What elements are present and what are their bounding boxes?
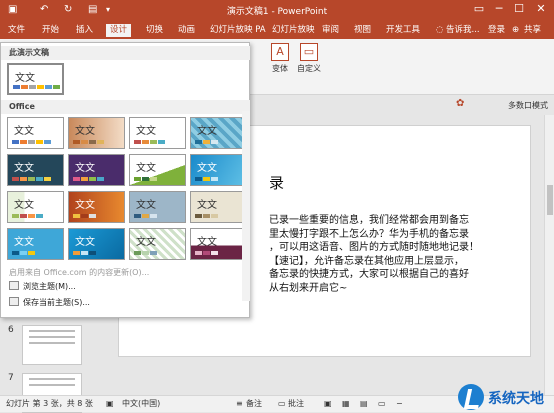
tell-me-input[interactable]: 告诉我... bbox=[446, 24, 480, 37]
tab-design[interactable]: 设计 bbox=[106, 24, 132, 39]
theme-slice[interactable]: 文文 bbox=[190, 154, 247, 186]
notes-icon: ≡ bbox=[236, 399, 243, 408]
theme-wisp[interactable]: 文文 bbox=[7, 191, 64, 223]
ribbon-display-icon[interactable]: ▭ bbox=[470, 2, 488, 15]
title-bar: ▣ ↶ ↻ ▤ ▾ 演示文稿1 - PowerPoint ▭ ─ ☐ ✕ bbox=[0, 0, 554, 22]
theme-circuit[interactable]: 文文 bbox=[129, 191, 186, 223]
slide-sorter-icon[interactable]: ▦ bbox=[342, 396, 350, 412]
tab-transitions[interactable]: 切换 bbox=[142, 24, 167, 39]
spellcheck-icon[interactable]: ▣ bbox=[106, 396, 114, 412]
comments-icon: ▭ bbox=[278, 399, 286, 408]
share-icon[interactable]: ⊕ bbox=[512, 24, 519, 37]
variants-icon: A bbox=[271, 43, 289, 61]
folder-icon bbox=[9, 281, 19, 290]
customize-label: 自定义 bbox=[297, 64, 321, 73]
enable-updates-label: 启用来自 Office.com 的内容更新(O)... bbox=[9, 268, 150, 277]
tab-slideshow[interactable]: 幻灯片放映 bbox=[268, 24, 319, 39]
sub-toolbar: ✿ 多数口模式 bbox=[250, 95, 554, 115]
maximize-icon[interactable]: ☐ bbox=[510, 2, 528, 15]
tab-review[interactable]: 审阅 bbox=[318, 24, 343, 39]
body-line: 【速记】，允许备忘录在其他应用上层显示， bbox=[269, 255, 464, 267]
theme-vapor-trail[interactable]: 文文 bbox=[68, 228, 125, 260]
theme-current[interactable]: 文文 bbox=[7, 63, 64, 95]
body-line: ，可以用这语音、图片的方式随时随地地记录！ bbox=[269, 242, 479, 253]
tab-animations[interactable]: 动画 bbox=[174, 24, 199, 39]
tab-home[interactable]: 开始 bbox=[38, 24, 63, 39]
vertical-scrollbar[interactable] bbox=[544, 115, 554, 395]
thumbnail-number: 6 bbox=[8, 325, 14, 335]
theme-integral[interactable]: 文文 bbox=[129, 117, 186, 149]
theme-facet[interactable]: 文文 bbox=[68, 117, 125, 149]
body-line: 已录一些重要的信息，我们经常都会用到备忘 bbox=[269, 215, 469, 226]
menu-enable-office-content: 启用来自 Office.com 的内容更新(O)... bbox=[9, 267, 149, 278]
variants-button[interactable]: A 变体 bbox=[266, 43, 294, 74]
browse-themes-label: 浏览主题(M)... bbox=[23, 282, 76, 291]
theme-frame[interactable]: 文文 bbox=[190, 191, 247, 223]
tab-view[interactable]: 视图 bbox=[350, 24, 375, 39]
reading-view-icon[interactable]: ▤ bbox=[360, 396, 368, 412]
menu-save-current-theme[interactable]: 保存当前主题(S)... bbox=[9, 297, 90, 308]
gallery-scrollbar[interactable] bbox=[242, 111, 250, 301]
tab-file[interactable]: 文件 bbox=[4, 24, 29, 39]
customize-button[interactable]: ▭ 自定义 bbox=[296, 43, 322, 74]
slide-body[interactable]: 已录一些重要的信息，我们经常都会用到备忘 里太慢打字跟不上怎么办？华为手机的备忘… bbox=[269, 214, 525, 295]
variants-label: 变体 bbox=[272, 64, 288, 73]
tab-slideshow-pa[interactable]: 幻灯片放映 PA bbox=[206, 24, 270, 39]
menu-browse-themes[interactable]: 浏览主题(M)... bbox=[9, 281, 76, 292]
sign-in-link[interactable]: 登录 bbox=[488, 24, 505, 37]
thumbnail-number: 7 bbox=[8, 373, 14, 383]
minimize-icon[interactable]: ─ bbox=[490, 2, 508, 15]
share-button[interactable]: 共享 bbox=[524, 24, 541, 37]
lightbulb-icon: ◌ bbox=[436, 25, 444, 35]
theme-parcel[interactable]: 文文 bbox=[129, 228, 186, 260]
slide-thumbnail[interactable] bbox=[22, 325, 82, 365]
theme-berlin[interactable]: 文文 bbox=[68, 191, 125, 223]
normal-view-icon[interactable]: ▣ bbox=[324, 396, 332, 412]
slideshow-icon[interactable]: ▭ bbox=[378, 396, 386, 412]
gear-icon[interactable]: ✿ bbox=[456, 98, 464, 109]
theme-ion[interactable]: 文文 bbox=[190, 117, 247, 149]
section-office: Office bbox=[1, 100, 250, 114]
watermark-icon bbox=[458, 384, 484, 410]
theme-savon[interactable]: 文文 bbox=[190, 228, 247, 260]
theme-label: 文文 bbox=[15, 73, 35, 84]
language-indicator[interactable]: 中文(中国) bbox=[122, 396, 160, 412]
body-line: 从右划来开启它~ bbox=[269, 282, 348, 294]
theme-organic[interactable]: 文文 bbox=[68, 154, 125, 186]
body-line: 里太慢打字跟不上怎么办？华为手机的备忘录 bbox=[269, 228, 469, 240]
theme-gallery-dropdown: 此演示文稿 文文 Office 文文 文文 文文 文文 文文 文文 文文 文文 … bbox=[0, 42, 250, 318]
theme-main-event[interactable]: 文文 bbox=[7, 228, 64, 260]
notes-button[interactable]: 备注 bbox=[246, 396, 262, 412]
save-theme-label: 保存当前主题(S)... bbox=[23, 298, 90, 307]
theme-retrospect[interactable]: 文文 bbox=[129, 154, 186, 186]
slide-size-icon: ▭ bbox=[300, 43, 318, 61]
tab-insert[interactable]: 插入 bbox=[72, 24, 97, 39]
zoom-out-button[interactable]: − bbox=[396, 396, 403, 412]
format-background-label[interactable]: 多数口模式 bbox=[508, 100, 548, 111]
close-icon[interactable]: ✕ bbox=[532, 2, 550, 15]
watermark-logo: 系统天地 bbox=[458, 382, 554, 412]
slide-title[interactable]: 录 bbox=[269, 172, 284, 193]
theme-office[interactable]: 文文 bbox=[7, 117, 64, 149]
tab-developer[interactable]: 开发工具 bbox=[382, 24, 424, 39]
section-this-presentation: 此演示文稿 bbox=[1, 46, 250, 60]
scrollbar-thumb[interactable] bbox=[547, 185, 553, 215]
body-line: 备忘录的快捷方式，大家可以根据自己的喜好 bbox=[269, 269, 469, 280]
theme-ion-dark[interactable]: 文文 bbox=[7, 154, 64, 186]
ribbon-tabs: 文件 开始 插入 设计 切换 动画 幻灯片放映 PA 幻灯片放映 审阅 视图 开… bbox=[0, 22, 554, 39]
comments-button[interactable]: 批注 bbox=[288, 396, 304, 412]
watermark-text: 系统天地 bbox=[488, 391, 544, 407]
save-theme-icon bbox=[9, 297, 19, 306]
slide-counter: 幻灯片 第 3 张，共 8 张 bbox=[6, 399, 93, 408]
